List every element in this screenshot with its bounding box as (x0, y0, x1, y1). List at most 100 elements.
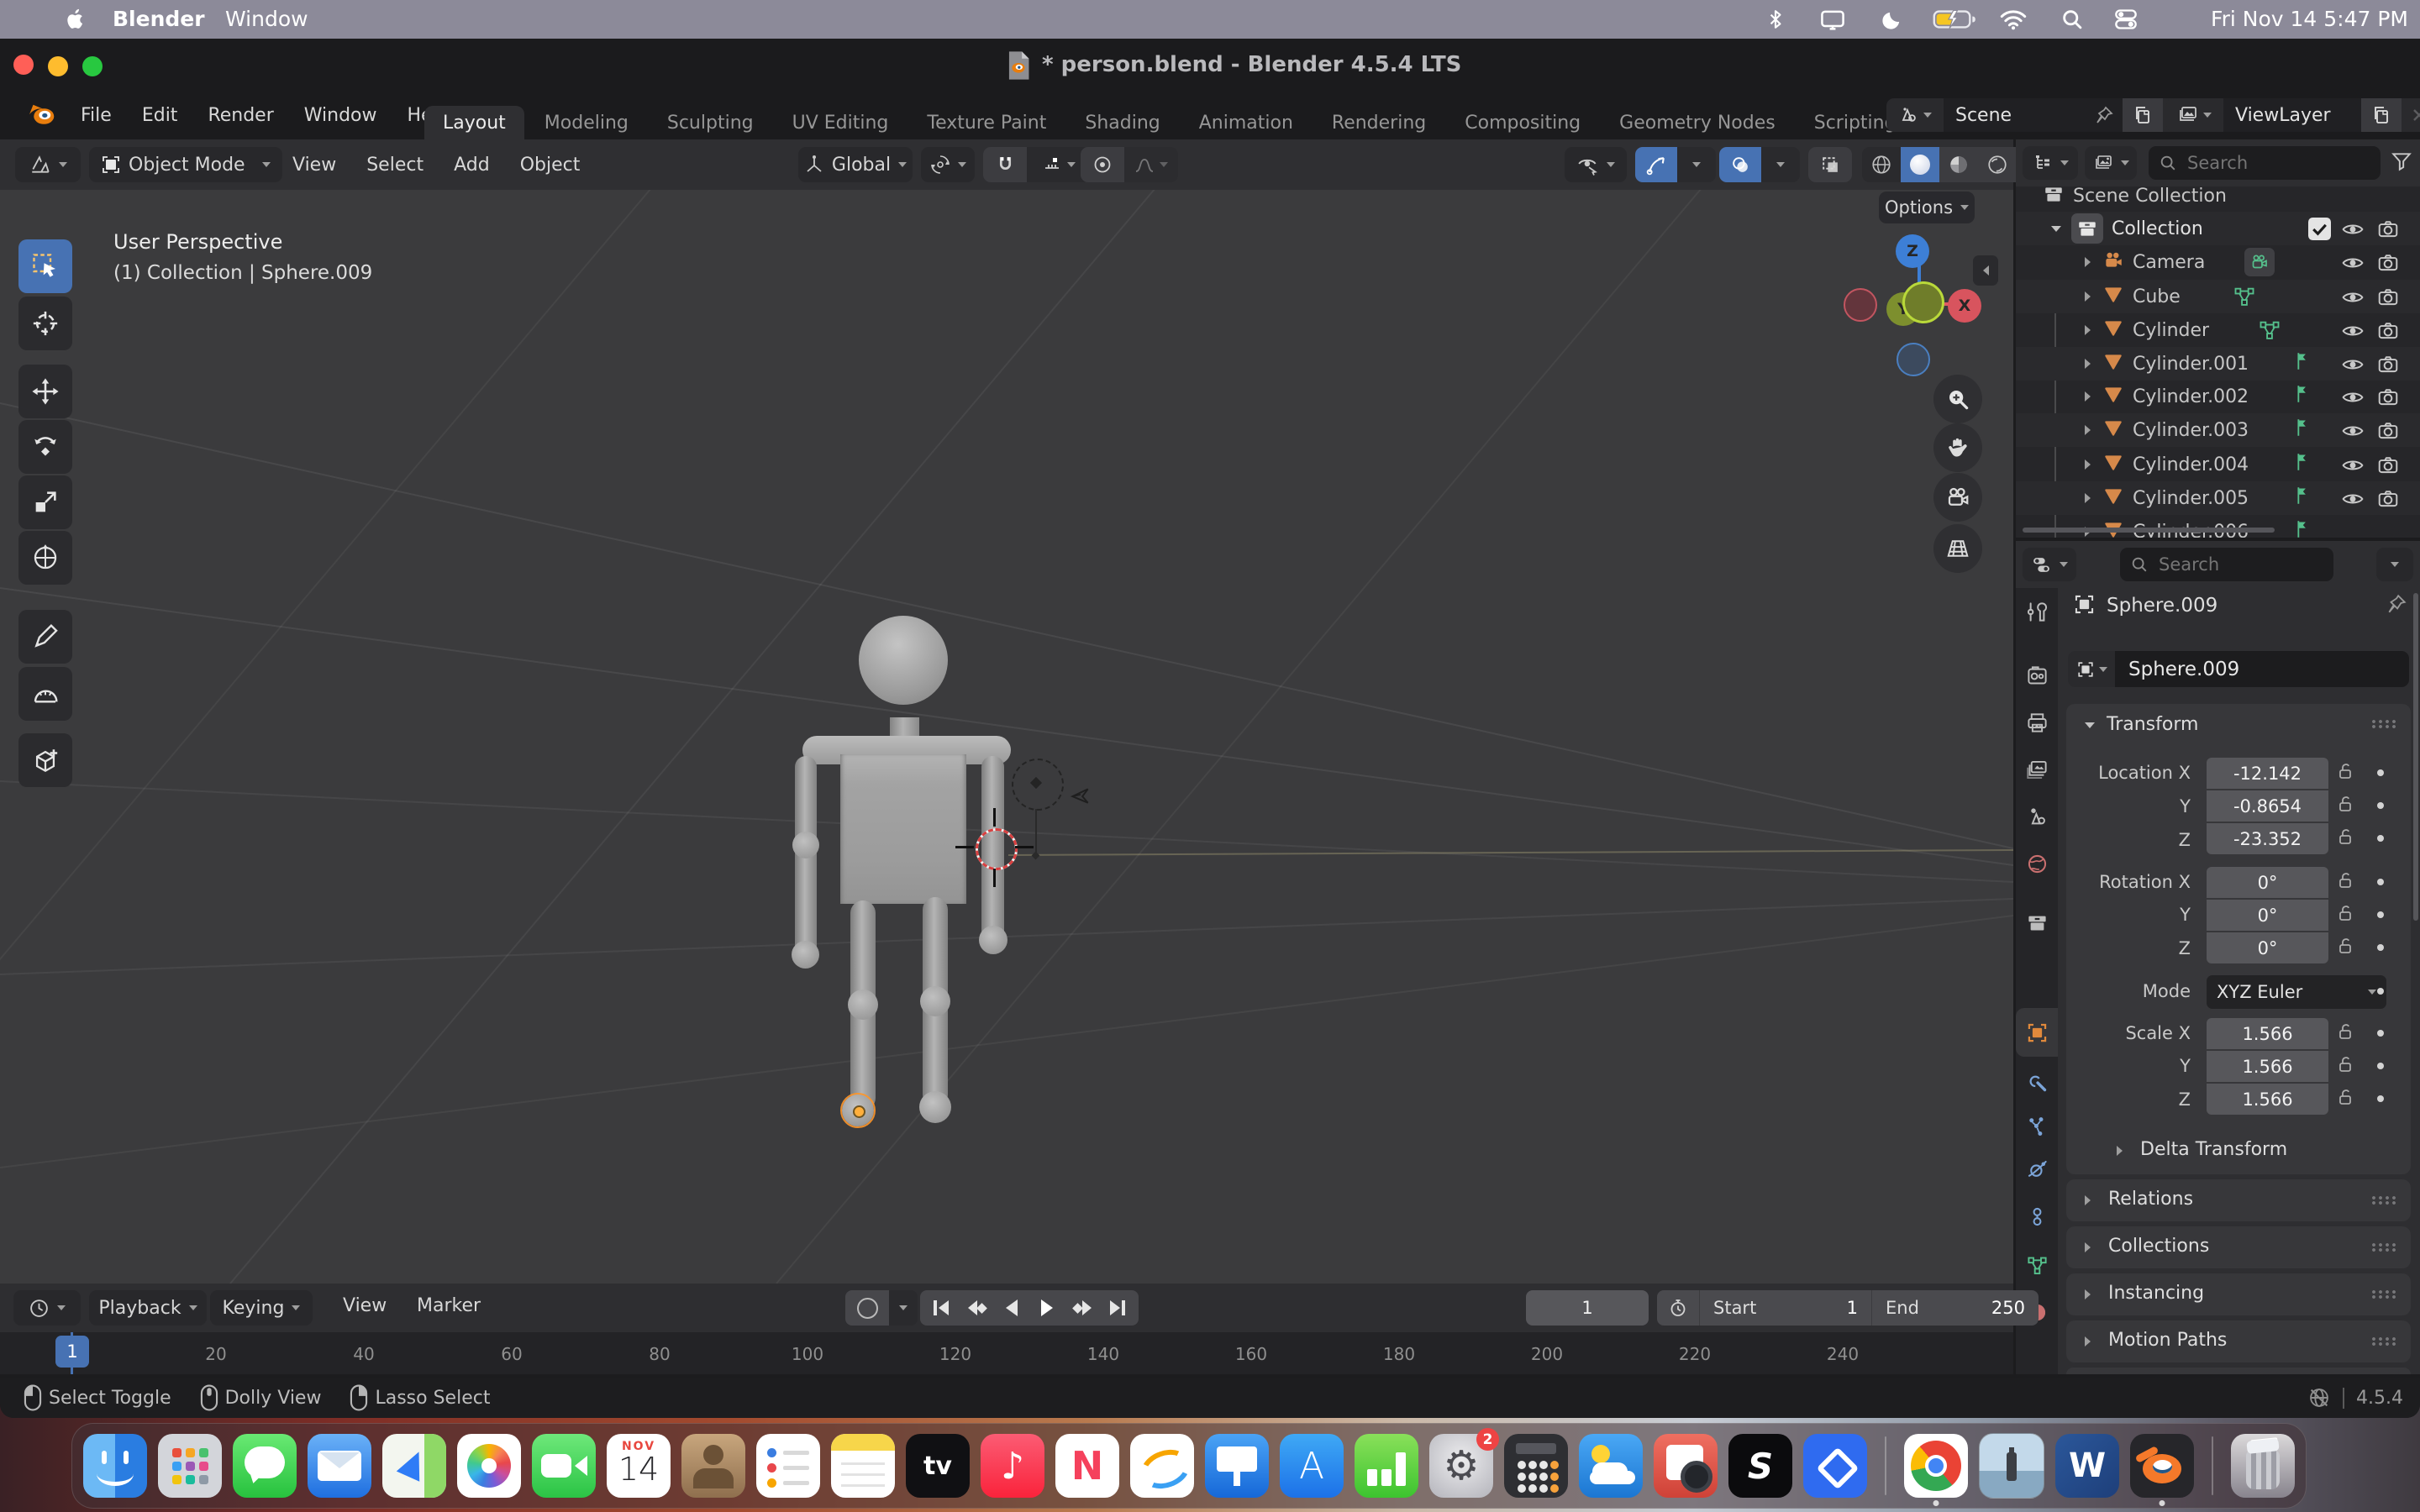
gizmo-axis-x[interactable]: X (1948, 289, 1981, 323)
transform-panel-title[interactable]: Transform (2107, 714, 2198, 735)
animate-dot[interactable] (2377, 1063, 2384, 1069)
dock-freeform[interactable] (1130, 1434, 1194, 1498)
gizmo-axis-x-neg[interactable] (1844, 288, 1877, 322)
tool-measure[interactable] (18, 667, 72, 721)
animate-dot[interactable] (2377, 802, 2384, 809)
animate-dot[interactable] (2377, 769, 2384, 776)
hide-eye-toggle[interactable] (2342, 386, 2364, 412)
model-foot-right[interactable] (919, 1091, 951, 1123)
disable-render-toggle[interactable] (2377, 488, 2399, 513)
shading-wireframe-button[interactable] (1862, 147, 1901, 182)
model-hand-right[interactable] (979, 926, 1007, 954)
disable-render-toggle[interactable] (2377, 354, 2399, 379)
disable-render-toggle[interactable] (2377, 320, 2399, 345)
dock-weather[interactable] (1579, 1434, 1643, 1498)
viewlayer-copy-button[interactable] (2361, 98, 2402, 132)
scale-z-field[interactable]: 1.566 (2207, 1084, 2328, 1115)
traffic-minimize-button[interactable] (48, 56, 68, 76)
model-elbow-left[interactable] (792, 832, 819, 858)
dock-contacts[interactable] (681, 1434, 745, 1498)
properties-scrollbar[interactable] (2413, 593, 2418, 921)
dock-blue-diamond-app[interactable] (1803, 1434, 1867, 1498)
menu-edit[interactable]: Edit (127, 105, 193, 126)
dock-reminders[interactable] (756, 1434, 820, 1498)
tab-tool[interactable] (2016, 590, 2058, 633)
dock-news[interactable]: N (1055, 1434, 1119, 1498)
viewport-menu-select[interactable]: Select (351, 155, 439, 176)
gizmo-axis-z-neg[interactable] (1897, 343, 1930, 376)
show-gizmo-toggle[interactable] (1635, 147, 1677, 182)
use-preview-range-toggle[interactable] (1657, 1290, 1700, 1326)
tab-scene[interactable] (2016, 795, 2058, 838)
menu-file[interactable]: File (66, 105, 127, 126)
dock-photo-booth[interactable] (1654, 1434, 1718, 1498)
animate-dot[interactable] (2377, 988, 2384, 995)
dock-app-store[interactable]: A (1280, 1434, 1344, 1498)
outliner-row-collection[interactable]: Collection (2016, 212, 2420, 245)
hide-eye-toggle[interactable] (2342, 454, 2364, 480)
xray-toggle[interactable] (1808, 147, 1852, 182)
transform-grip[interactable] (2370, 719, 2399, 729)
properties-options-dropdown[interactable] (2376, 548, 2413, 581)
play-button[interactable] (1031, 1299, 1063, 1316)
shading-solid-button[interactable] (1901, 147, 1939, 182)
tab-object-data[interactable] (2016, 1243, 2058, 1287)
disable-render-toggle[interactable] (2377, 252, 2399, 277)
delta-transform-header[interactable]: Delta Transform (2140, 1139, 2287, 1160)
menubar-clock[interactable]: Fri Nov 14 5:47 PM (2211, 7, 2408, 31)
lock-icon[interactable] (2335, 827, 2355, 850)
force-field-glyph[interactable] (1069, 785, 1092, 810)
traffic-close-button[interactable] (13, 55, 34, 75)
scene-browse-button[interactable] (1886, 98, 1944, 132)
viewlayer-name-field[interactable]: ViewLayer (2223, 98, 2361, 132)
sidebar-collapse-arrow[interactable] (1973, 255, 1998, 286)
outliner-filter-button[interactable] (2391, 150, 2412, 176)
tool-select-box[interactable] (18, 239, 72, 293)
blender-logo-icon[interactable] (25, 100, 59, 134)
tab-collection-props[interactable] (2016, 900, 2058, 944)
loc-z-field[interactable]: -23.352 (2207, 823, 2328, 854)
pan-view-button[interactable] (1933, 423, 1982, 472)
tab-world[interactable] (2016, 842, 2058, 885)
dock-facetime[interactable] (532, 1434, 596, 1498)
scene-copy-button[interactable] (2123, 98, 2163, 132)
outliner-row-cylinder-003[interactable]: Cylinder.003 (2016, 413, 2420, 447)
shading-material-button[interactable] (1939, 147, 1978, 182)
tab-view-layer[interactable] (2016, 748, 2058, 791)
properties-editor-type-button[interactable] (2023, 548, 2076, 581)
scale-x-field[interactable]: 1.566 (2207, 1018, 2328, 1049)
tab-output[interactable] (2016, 701, 2058, 744)
lock-icon[interactable] (2335, 1054, 2355, 1078)
tool-rotate[interactable] (18, 420, 72, 474)
model-torso[interactable] (840, 754, 966, 904)
dock-finder[interactable] (83, 1434, 147, 1498)
shading-rendered-button[interactable] (1978, 147, 2017, 182)
outliner-row-cylinder-002[interactable]: Cylinder.002 (2016, 380, 2420, 413)
timeline-marker-menu[interactable]: Marker (402, 1295, 496, 1316)
tool-annotate[interactable] (18, 610, 72, 664)
outliner-row-cylinder[interactable]: Cylinder (2016, 313, 2420, 347)
display-icon[interactable] (1819, 7, 1846, 35)
hide-eye-toggle[interactable] (2342, 252, 2364, 277)
dock-mail[interactable] (308, 1434, 371, 1498)
tab-animation[interactable]: Animation (1181, 106, 1312, 140)
dock-maps[interactable] (382, 1434, 446, 1498)
play-reverse-button[interactable] (996, 1299, 1028, 1316)
viewport-menu-object[interactable]: Object (505, 155, 596, 176)
tab-layout[interactable]: Layout (424, 106, 524, 140)
wifi-icon[interactable] (2000, 7, 2027, 35)
outliner-row-cylinder-005[interactable]: Cylinder.005 (2016, 481, 2420, 515)
tab-object-active[interactable] (2016, 1008, 2058, 1057)
lock-icon[interactable] (2335, 936, 2355, 959)
focus-moon-icon[interactable] (1881, 7, 1904, 35)
snap-toggle[interactable] (983, 147, 1027, 182)
outliner-display-mode-button[interactable] (2023, 146, 2078, 180)
animate-dot[interactable] (2377, 944, 2384, 951)
disable-render-toggle[interactable] (2377, 420, 2399, 445)
editor-type-button[interactable] (15, 147, 81, 182)
tab-physics[interactable] (2016, 1147, 2058, 1191)
dock-microsoft-word[interactable]: W (2055, 1434, 2119, 1498)
zoom-view-button[interactable] (1933, 375, 1982, 423)
jump-to-end-button[interactable] (1102, 1300, 1134, 1315)
model-head[interactable] (859, 616, 948, 705)
